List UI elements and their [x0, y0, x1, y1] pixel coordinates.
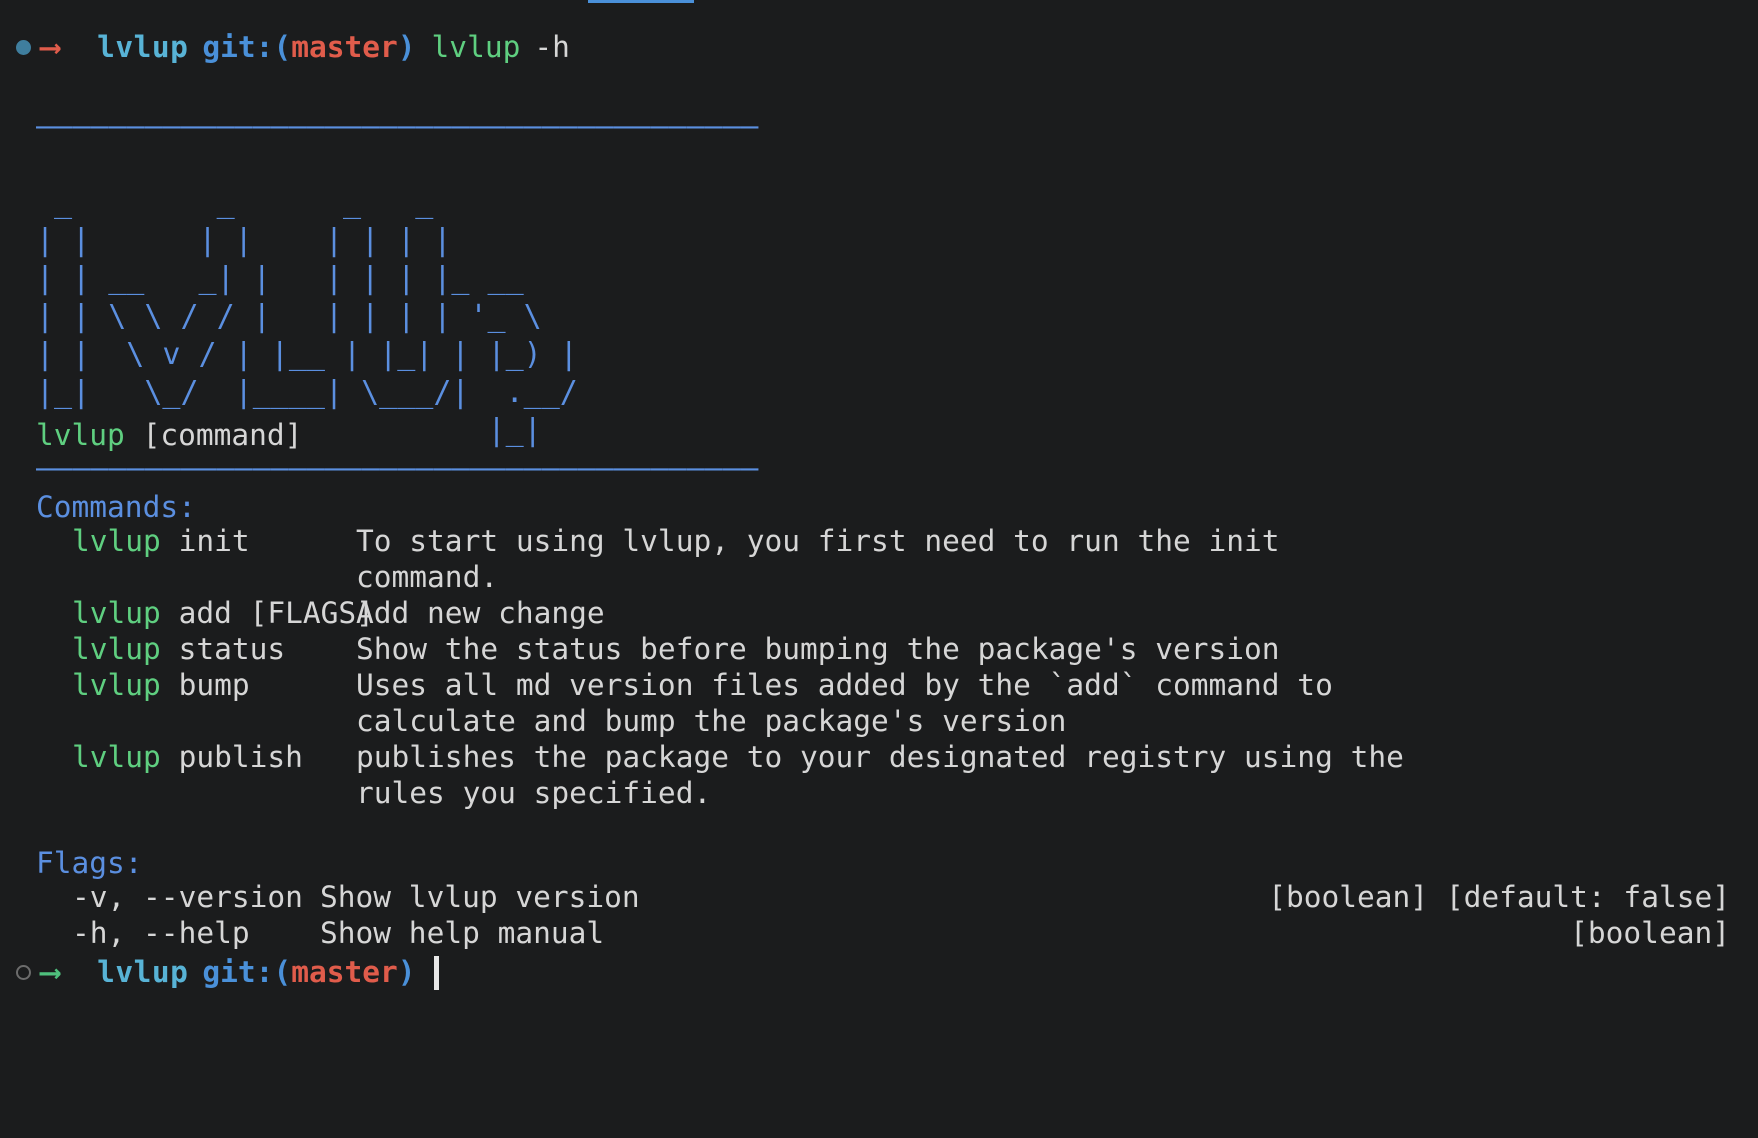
- banner-art-line-3: | | \ \ / / | | | | | '_ \: [36, 299, 560, 334]
- command-name-add: lvlup add [FLAGS]: [0, 595, 374, 631]
- command-description-publish: publishes the package to your designated…: [356, 740, 1404, 810]
- flag-row-version[interactable]: -v, --version Show lvlup version [boolea…: [0, 879, 1758, 915]
- command-binary: lvlup: [72, 524, 161, 558]
- command-row-init[interactable]: lvlup init To start using lvlup, you fir…: [0, 523, 1758, 595]
- command-subcommand: bump: [160, 668, 250, 702]
- flag-name-help: -h, --help: [72, 916, 250, 950]
- usage-binary: lvlup: [36, 418, 125, 452]
- command-description-bump: Uses all md version files added by the `…: [356, 668, 1333, 738]
- banner-art-line-5: |_| \_/ |____| \___/| .__/: [36, 375, 596, 410]
- arrow-right-icon: ⟶: [41, 955, 60, 990]
- prompt-paren-close: ): [397, 30, 416, 64]
- filled-circle-icon: [16, 40, 31, 55]
- command-description-init: To start using lvlup, you first need to …: [356, 524, 1280, 594]
- banner-art-line-1: | | | | | | | |: [36, 223, 542, 258]
- prompt-colon: :: [255, 955, 274, 989]
- commands-list: lvlup init To start using lvlup, you fir…: [0, 523, 1758, 811]
- prompt-line-command: ⟶ lvlup git : ( master ) lvlup -h: [16, 27, 570, 68]
- command-row-bump[interactable]: lvlup bump Uses all md version files add…: [0, 667, 1758, 739]
- prompt-line-active[interactable]: ⟶ lvlup git : ( master ): [16, 952, 439, 993]
- command-row-add[interactable]: lvlup add [FLAGS] Add new change: [0, 595, 1758, 631]
- banner-rule-bottom: ————————————————————————————————————————: [36, 451, 759, 486]
- flags-section-title: Flags:: [36, 846, 143, 880]
- command-name-publish: lvlup publish: [0, 739, 356, 775]
- flag-description-help: Show help manual: [320, 916, 605, 950]
- banner-rule-top: ————————————————————————————————————————: [36, 109, 759, 144]
- banner-art-line-2: | | __ _| | | | | |_ __: [36, 261, 560, 296]
- command-description-status: Show the status before bumping the packa…: [356, 632, 1280, 666]
- prompt-paren-close: ): [397, 955, 416, 989]
- commands-section-title: Commands:: [36, 490, 196, 524]
- prompt-git-label: git: [202, 30, 256, 64]
- command-subcommand: publish: [160, 740, 303, 774]
- block-cursor-icon: [433, 955, 439, 990]
- command-name-status: lvlup status: [0, 631, 356, 667]
- prompt-paren-open: (: [273, 30, 292, 64]
- flag-row-help[interactable]: -h, --help Show help manual [boolean]: [0, 915, 1758, 951]
- prompt-directory: lvlup: [97, 955, 189, 989]
- command-name-init: lvlup init: [0, 523, 356, 559]
- usage-line: lvlup [command]: [36, 415, 302, 456]
- command-name-bump: lvlup bump: [0, 667, 356, 703]
- command-binary: lvlup: [72, 668, 161, 702]
- command-description-add: Add new change: [356, 596, 605, 630]
- command-subcommand: init: [160, 524, 250, 558]
- top-accent-line: [588, 0, 694, 3]
- typed-command: lvlup: [431, 30, 521, 64]
- banner-art-line-0: _ _ _ _: [36, 185, 542, 220]
- flags-list: -v, --version Show lvlup version [boolea…: [0, 879, 1758, 951]
- prompt-git-branch: master: [291, 30, 398, 64]
- hollow-circle-icon: [16, 965, 31, 980]
- command-row-status[interactable]: lvlup status Show the status before bump…: [0, 631, 1758, 667]
- flag-description-version: Show lvlup version: [320, 880, 640, 914]
- arrow-right-icon: ⟶: [41, 30, 60, 65]
- banner-art-line-4: | | \ v / | |__ | |_| | |_) |: [36, 337, 578, 372]
- flag-name-version: -v, --version: [72, 880, 303, 914]
- command-binary: lvlup: [72, 740, 161, 774]
- prompt-directory: lvlup: [97, 30, 189, 64]
- command-subcommand: add [FLAGS]: [160, 596, 374, 630]
- typed-argument: -h: [534, 30, 570, 64]
- usage-argument: [command]: [142, 418, 303, 452]
- terminal-window[interactable]: ⟶ lvlup git : ( master ) lvlup -h ——————…: [0, 0, 1758, 1138]
- command-subcommand: status: [160, 632, 286, 666]
- prompt-colon: :: [255, 30, 274, 64]
- prompt-git-branch: master: [291, 955, 398, 989]
- command-binary: lvlup: [72, 596, 161, 630]
- command-row-publish[interactable]: lvlup publish publishes the package to y…: [0, 739, 1758, 811]
- prompt-git-label: git: [202, 955, 256, 989]
- prompt-paren-open: (: [273, 955, 292, 989]
- flag-meta-help: [boolean]: [1570, 916, 1730, 950]
- command-binary: lvlup: [72, 632, 161, 666]
- flag-meta-version: [boolean] [default: false]: [1268, 880, 1730, 914]
